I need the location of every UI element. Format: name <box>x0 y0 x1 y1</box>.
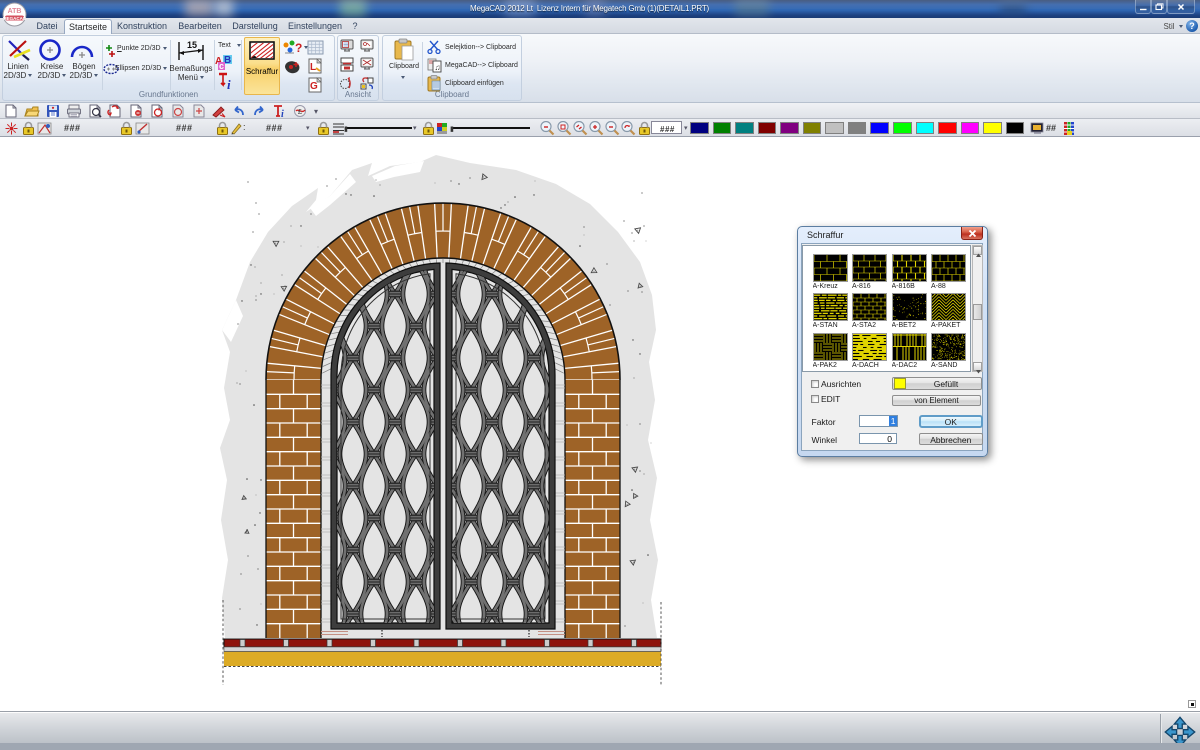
svg-text:£: £ <box>298 109 302 116</box>
svg-text:♫: ♫ <box>435 63 441 72</box>
svg-text:B: B <box>224 55 231 66</box>
svg-text:c: c <box>219 61 224 71</box>
svg-text:i: i <box>227 77 231 92</box>
svg-text:15: 15 <box>187 40 197 50</box>
svg-text:MEGACAD: MEGACAD <box>3 16 27 21</box>
svg-text:ATB: ATB <box>8 8 22 15</box>
svg-text:G: G <box>310 81 318 92</box>
svg-text:?: ? <box>295 41 302 55</box>
svg-text:L: L <box>310 62 316 73</box>
svg-text:i: i <box>281 109 284 118</box>
